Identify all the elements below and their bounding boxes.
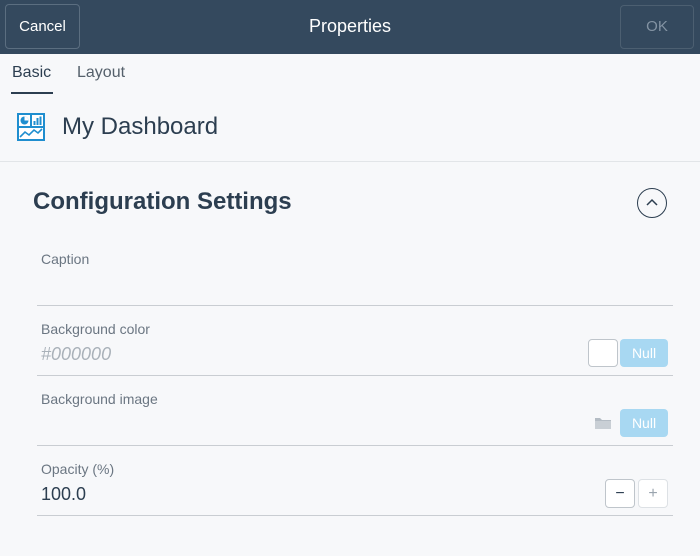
caption-label: Caption [41, 251, 90, 267]
tab-layout[interactable]: Layout [77, 64, 125, 82]
collapse-section-button[interactable] [637, 188, 667, 218]
dashboard-icon [17, 113, 45, 141]
background-color-field: Background color #000000 Null [37, 306, 673, 376]
opacity-field: Opacity (%) 100.0 − + [37, 446, 673, 516]
opacity-increment-button[interactable]: + [638, 479, 668, 508]
ok-button[interactable]: OK [620, 5, 694, 49]
tab-basic[interactable]: Basic [12, 64, 51, 82]
background-color-null-button[interactable]: Null [620, 339, 668, 367]
opacity-input[interactable]: 100.0 [41, 484, 86, 505]
opacity-label: Opacity (%) [41, 461, 115, 477]
background-image-field: Background image Null [37, 376, 673, 446]
section-title: Configuration Settings [33, 188, 292, 215]
active-tab-indicator [11, 92, 53, 94]
opacity-decrement-button[interactable]: − [605, 479, 635, 508]
chevron-up-icon [646, 198, 658, 206]
title-bar: Cancel Properties OK [0, 0, 700, 54]
background-image-label: Background image [41, 391, 158, 407]
dashboard-header: My Dashboard [0, 96, 700, 162]
background-color-label: Background color [41, 321, 150, 337]
folder-icon[interactable] [594, 415, 612, 431]
dashboard-name: My Dashboard [62, 113, 219, 140]
cancel-button[interactable]: Cancel [5, 4, 80, 49]
background-image-null-button[interactable]: Null [620, 409, 668, 437]
caption-field[interactable]: Caption [37, 236, 673, 306]
dialog-title: Properties [308, 16, 392, 36]
color-swatch[interactable] [588, 339, 618, 367]
background-color-input[interactable]: #000000 [41, 344, 111, 365]
tab-bar: Basic Layout [0, 54, 700, 94]
